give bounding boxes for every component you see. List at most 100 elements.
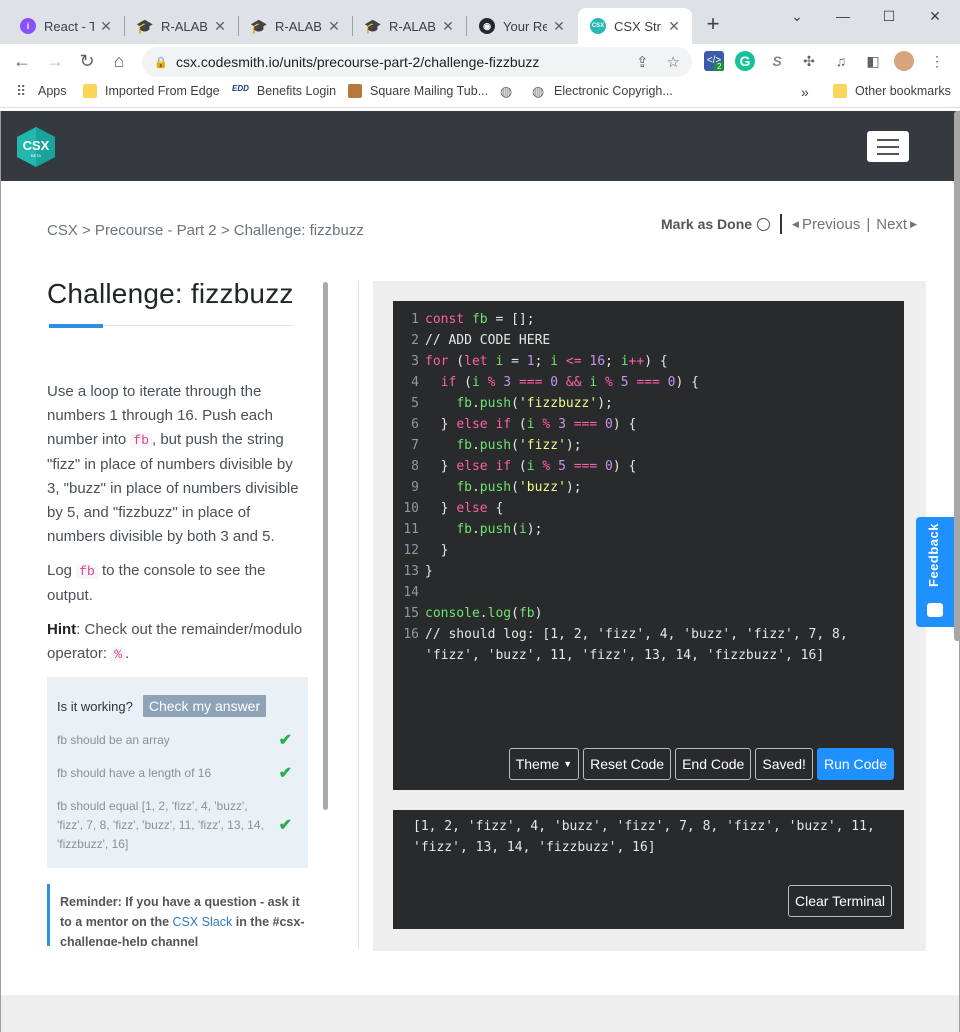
browser-toolbar: ← → ↻ ⌂ 🔒 csx.codesmith.io/units/precour… [0, 44, 960, 78]
home-icon[interactable]: ⌂ [107, 49, 131, 73]
reload-icon[interactable]: ↻ [75, 49, 99, 73]
close-icon[interactable]: ✕ [551, 18, 567, 35]
browser-tab-csx-active[interactable]: CSX CSX Struc ✕ [578, 8, 692, 44]
line-number: 5 [411, 396, 419, 411]
code-line: 2// ADD CODE HERE [393, 330, 848, 351]
lesson-navigation: Mark as Done ◀ Previous | Next ▶ [661, 214, 917, 234]
logo-sub: BETA [31, 153, 41, 158]
title-underline-rule [103, 325, 293, 326]
previous-link[interactable]: Previous [802, 216, 860, 233]
csx-slack-link[interactable]: CSX Slack [173, 915, 233, 929]
bookmark-other[interactable]: Other bookmarks [833, 84, 951, 98]
browser-tab-react[interactable]: i React - Th ✕ [8, 8, 124, 44]
answer-checker: Is it working? Check my answer fb should… [47, 677, 308, 868]
reset-code-button[interactable]: Reset Code [583, 748, 672, 780]
clear-terminal-button[interactable]: Clear Terminal [788, 885, 892, 917]
test-text: fb should have a length of 16 [57, 766, 212, 780]
extension-badge: 2 [714, 62, 725, 71]
extension-s-icon[interactable]: S [767, 51, 787, 71]
run-code-button[interactable]: Run Code [816, 748, 894, 780]
test-result: fb should equal [1, 2, 'fizz', 4, 'buzz'… [57, 797, 298, 854]
check-answer-button[interactable]: Check my answer [142, 695, 267, 717]
logo-text: CSX [23, 138, 50, 153]
bookmark-folder-imported[interactable]: Imported From Edge [83, 84, 220, 98]
graduation-cap-icon: 🎓 [364, 17, 382, 34]
bookmark-label: Imported From Edge [105, 84, 220, 98]
grammarly-icon[interactable]: G [735, 51, 755, 71]
code-line: 4 if (i % 3 === 0 && i % 5 === 0) { [393, 372, 848, 393]
hamburger-line [877, 152, 899, 155]
bookmark-apps[interactable]: ⠿ Apps [16, 84, 67, 98]
tab-label: R-ALAB 3 [161, 18, 208, 34]
line-number: 7 [411, 438, 419, 453]
end-code-button[interactable]: End Code [675, 748, 752, 780]
bookmark-square-mailing[interactable]: Square Mailing Tub... [348, 84, 488, 98]
code-line: 16// should log: [1, 2, 'fizz', 4, 'buzz… [393, 624, 847, 645]
smiley-icon [927, 603, 943, 617]
help-reminder: Reminder: If you have a question - ask i… [47, 884, 309, 946]
side-panel-icon[interactable]: ◧ [863, 51, 883, 71]
code-line: 1 const fb = []; [393, 309, 848, 330]
bookmark-label: Electronic Copyrigh... [554, 84, 673, 98]
tab-label: Your Rep [503, 18, 547, 34]
page-scrollbar[interactable] [954, 111, 960, 641]
line-number: 1 [411, 312, 419, 327]
avatar[interactable] [894, 51, 914, 71]
close-icon[interactable]: ✕ [666, 18, 682, 35]
media-queue-icon[interactable]: ♫ [831, 51, 851, 71]
close-icon[interactable]: ✕ [440, 18, 456, 35]
bookmark-star-icon[interactable]: ☆ [667, 53, 680, 71]
description-scrollbar[interactable] [323, 282, 328, 810]
line-number: 10 [403, 501, 419, 516]
new-tab-button[interactable]: + [701, 12, 725, 36]
csx-logo[interactable]: CSX BETA [16, 126, 56, 168]
page-viewport: CSX BETA CSX > Precourse - Part 2 > Chal… [0, 111, 960, 1032]
hamburger-line [877, 145, 899, 148]
breadcrumb: CSX > Precourse - Part 2 > Challenge: fi… [47, 222, 364, 239]
line-number: 8 [411, 459, 419, 474]
browser-tab-ralab-2[interactable]: 🎓 R-ALAB 3 ✕ [239, 8, 352, 44]
back-arrow-icon[interactable]: ← [10, 49, 34, 73]
line-number: 6 [411, 417, 419, 432]
bookmark-electronic-copyright[interactable]: ◍ Electronic Copyrigh... [532, 84, 673, 98]
done-circle-icon[interactable] [757, 217, 771, 231]
close-icon[interactable]: ✕ [212, 18, 228, 35]
tab-search-icon[interactable]: ⌄ [782, 4, 812, 28]
saved-button[interactable]: Saved! [755, 748, 813, 780]
bookmark-globe[interactable]: ◍ [500, 84, 522, 98]
maximize-button[interactable]: ☐ [874, 4, 904, 28]
page-title: Challenge: fizzbuzz [47, 278, 294, 309]
bookmark-benefits-login[interactable]: EDD Benefits Login [232, 84, 336, 98]
browser-tab-ralab-3[interactable]: 🎓 R-ALAB 3 ✕ [353, 8, 466, 44]
puzzle-extensions-icon[interactable]: ✣ [799, 51, 819, 71]
challenge-instructions: Use a loop to iterate through the number… [47, 380, 309, 667]
address-bar[interactable]: 🔒 csx.codesmith.io/units/precourse-part-… [142, 47, 692, 77]
test-text: fb should be an array [57, 733, 170, 747]
theme-dropdown[interactable]: Theme ▼ [508, 748, 580, 780]
checkmark-icon: ✔ [278, 732, 292, 749]
browser-tab-github[interactable]: ◉ Your Rep ✕ [467, 8, 577, 44]
instructions-text: Log [47, 562, 77, 579]
feedback-tab[interactable]: Feedback [916, 517, 954, 627]
browser-tab-ralab-1[interactable]: 🎓 R-ALAB 3 ✕ [125, 8, 238, 44]
code-editor[interactable]: 1 const fb = []; 2// ADD CODE HERE 3 for (… [393, 301, 904, 790]
challenge-description-panel: Challenge: fizzbuzz Use a loop to iterat… [47, 276, 309, 946]
share-icon[interactable]: ⇪ [636, 53, 649, 71]
bookmarks-overflow-chevron-icon[interactable]: » [801, 84, 809, 100]
mark-as-done-button[interactable]: Mark as Done [661, 216, 752, 232]
close-icon[interactable]: ✕ [98, 18, 114, 35]
window-close-button[interactable]: ✕ [920, 4, 950, 28]
line-number: 15 [403, 606, 419, 621]
url-text: csx.codesmith.io/units/precourse-part-2/… [176, 54, 540, 70]
next-link[interactable]: Next [876, 216, 907, 233]
kebab-menu-icon[interactable]: ⋮ [927, 51, 947, 71]
browser-tab-strip: i React - Th ✕ 🎓 R-ALAB 3 ✕ 🎓 R-ALAB 3 ✕… [0, 0, 960, 44]
bookmark-label: Square Mailing Tub... [370, 84, 489, 98]
apps-grid-icon: ⠿ [16, 83, 27, 99]
globe-icon: ◍ [500, 83, 513, 99]
close-icon[interactable]: ✕ [326, 18, 342, 35]
minimize-button[interactable]: — [828, 4, 858, 28]
forward-arrow-icon[interactable]: → [43, 49, 67, 73]
hamburger-menu-button[interactable] [867, 131, 909, 162]
code-line: 9 fb.push('buzz'); [393, 477, 848, 498]
